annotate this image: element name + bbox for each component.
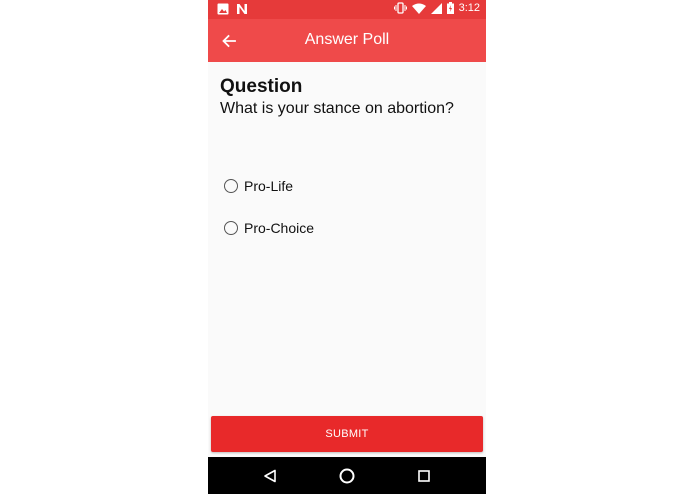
battery-charging-icon (446, 2, 454, 14)
phone-screen: 3:12 Answer Poll Question What is your s… (208, 0, 486, 494)
page-title: Answer Poll (304, 31, 390, 48)
option-pro-choice[interactable]: Pro-Choice (224, 218, 314, 238)
home-circle-icon (339, 468, 355, 484)
wifi-icon (411, 3, 426, 14)
status-right-icons: 3:12 (393, 2, 480, 14)
option-label: Pro-Choice (244, 220, 315, 236)
nav-recents-button[interactable] (414, 466, 434, 486)
option-label: Pro-Life (244, 178, 294, 194)
vibrate-icon (393, 2, 407, 14)
option-pro-life[interactable]: Pro-Life (224, 176, 314, 196)
cell-signal-icon (430, 2, 442, 14)
status-time: 3:12 (458, 2, 480, 14)
question-section: Question What is your stance on abortion… (220, 76, 476, 119)
question-text: What is your stance on abortion? (220, 100, 454, 117)
n-notification-icon (236, 3, 248, 15)
poll-options: Pro-Life Pro-Choice (224, 176, 314, 260)
radio-button[interactable] (224, 221, 238, 235)
recents-square-icon (418, 470, 430, 482)
radio-button[interactable] (224, 179, 238, 193)
image-icon (217, 3, 229, 15)
status-bar: 3:12 (208, 0, 486, 19)
nav-home-button[interactable] (337, 466, 357, 486)
status-left-icons (217, 3, 248, 15)
app-bar: Answer Poll (208, 19, 486, 62)
question-heading: Question (220, 76, 303, 97)
back-triangle-icon (263, 469, 277, 483)
nav-back-button[interactable] (260, 466, 280, 486)
submit-button[interactable]: SUBMIT (211, 416, 483, 452)
system-nav-bar (208, 457, 486, 494)
